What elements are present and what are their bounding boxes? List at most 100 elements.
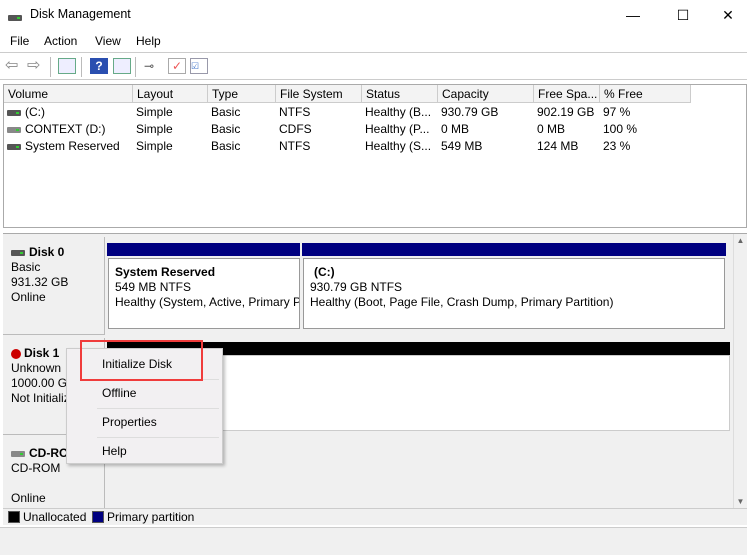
legend-primary: Primary partition: [107, 510, 195, 524]
column-capacity[interactable]: Capacity: [438, 85, 534, 103]
volume-cell: 902.19 GB: [537, 105, 599, 119]
partition-system-reserved[interactable]: System Reserved 549 MB NTFS Healthy (Sys…: [108, 258, 300, 329]
disk-state: Online: [11, 491, 46, 505]
partition-size: 930.79 GB NTFS: [310, 280, 403, 294]
cell-text: NTFS: [279, 139, 311, 153]
volume-cell: Basic: [211, 122, 276, 136]
scroll-up-icon[interactable]: ▲: [734, 236, 747, 245]
window-title: Disk Management: [30, 7, 131, 21]
volume-cell: Healthy (P...: [365, 122, 437, 136]
cell-text: Healthy (P...: [365, 122, 430, 136]
cell-text: 100 %: [603, 122, 638, 136]
cell-text: (C:): [25, 105, 45, 119]
column-layout[interactable]: Layout: [133, 85, 208, 103]
connect-icon[interactable]: ⊸: [144, 58, 162, 74]
menu-view[interactable]: View: [95, 34, 121, 48]
drive-icon: [7, 109, 21, 116]
legend-unallocated: Unallocated: [23, 510, 87, 524]
cell-text: Simple: [136, 122, 173, 136]
cell-text: CDFS: [279, 122, 312, 136]
menu-file[interactable]: File: [10, 34, 29, 48]
app-icon: [8, 10, 26, 24]
volume-list: Volume Layout Type File System Status Ca…: [3, 84, 747, 228]
close-button[interactable]: ✕: [705, 0, 747, 30]
unallocated-swatch: [8, 511, 20, 523]
menu-item-properties[interactable]: Properties: [102, 415, 157, 429]
forward-icon[interactable]: ⇨: [27, 58, 45, 74]
volume-cell: NTFS: [279, 139, 361, 153]
menu-item-help[interactable]: Help: [102, 444, 127, 458]
partition-name: (C:): [314, 265, 335, 279]
cell-text: Simple: [136, 105, 173, 119]
primary-swatch: [92, 511, 104, 523]
partition-c[interactable]: (C:) 930.79 GB NTFS Healthy (Boot, Page …: [303, 258, 725, 329]
title-bar: Disk Management — ☐ ✕: [0, 0, 747, 30]
check-icon[interactable]: ✓: [168, 58, 186, 74]
volume-cell: 930.79 GB: [441, 105, 533, 119]
cell-text: Healthy (B...: [365, 105, 432, 119]
status-bar: [0, 527, 747, 555]
column-free-space[interactable]: Free Spa...: [534, 85, 600, 103]
volume-cell: 0 MB: [537, 122, 599, 136]
disk-0-label[interactable]: Disk 0 Basic 931.32 GB Online: [3, 237, 105, 335]
cell-text: NTFS: [279, 105, 311, 119]
console-tree-icon[interactable]: [58, 58, 76, 74]
volume-cell: Healthy (S...: [365, 139, 437, 153]
toolbar: ⇦ ⇨ ? ⊸ ✓ ☑: [0, 52, 747, 80]
back-icon[interactable]: ⇦: [5, 58, 23, 74]
partition-bar: [302, 243, 726, 256]
partition-bar: [107, 243, 300, 256]
maximize-button[interactable]: ☐: [660, 0, 706, 30]
disk-state: Online: [11, 290, 46, 304]
scrollbar[interactable]: ▲ ▼: [733, 234, 747, 508]
volume-name: CONTEXT (D:): [7, 122, 132, 136]
volume-cell: 100 %: [603, 122, 691, 136]
minimize-button[interactable]: —: [610, 0, 656, 30]
menu-bar: File Action View Help: [0, 31, 747, 51]
cell-text: 97 %: [603, 105, 631, 119]
volume-cell: Basic: [211, 105, 276, 119]
scroll-down-icon[interactable]: ▼: [734, 497, 747, 506]
cell-text: 930.79 GB: [441, 105, 499, 119]
column-status[interactable]: Status: [362, 85, 438, 103]
volume-cell: Simple: [136, 122, 208, 136]
partition-name: System Reserved: [115, 265, 216, 279]
volume-name: (C:): [7, 105, 132, 119]
action-pane-icon[interactable]: [113, 58, 131, 74]
partition-status: Healthy (Boot, Page File, Crash Dump, Pr…: [310, 295, 614, 309]
volume-cell: Simple: [136, 139, 208, 153]
volume-cell: 124 MB: [537, 139, 599, 153]
volume-name: System Reserved: [7, 139, 132, 153]
volume-cell: Simple: [136, 105, 208, 119]
volume-cell: 549 MB: [441, 139, 533, 153]
cell-text: System Reserved: [25, 139, 120, 153]
cdrom-icon: [7, 126, 21, 133]
menu-item-offline[interactable]: Offline: [102, 386, 136, 400]
volume-cell: 97 %: [603, 105, 691, 119]
cell-text: Simple: [136, 139, 173, 153]
volume-cell: Basic: [211, 139, 276, 153]
menu-action[interactable]: Action: [44, 34, 77, 48]
volume-cell: CDFS: [279, 122, 361, 136]
disk-size: [11, 476, 96, 491]
cell-text: Basic: [211, 139, 241, 153]
help-icon[interactable]: ?: [90, 58, 108, 74]
column-type[interactable]: Type: [208, 85, 276, 103]
error-icon: [11, 348, 21, 359]
cell-text: 124 MB: [537, 139, 579, 153]
cell-text: 0 MB: [537, 122, 566, 136]
column-volume[interactable]: Volume: [4, 85, 133, 103]
volume-cell: 23 %: [603, 139, 691, 153]
partition-size: 549 MB NTFS: [115, 280, 192, 294]
drive-icon: [7, 143, 21, 150]
column-file-system[interactable]: File System: [276, 85, 362, 103]
disk-size: 931.32 GB: [11, 275, 69, 289]
cell-text: Basic: [211, 105, 241, 119]
column-percent-free[interactable]: % Free: [600, 85, 691, 103]
legend: Unallocated Primary partition: [3, 508, 747, 525]
volume-cell: NTFS: [279, 105, 361, 119]
menu-help[interactable]: Help: [136, 34, 161, 48]
disk-name: Disk 1: [24, 346, 60, 360]
properties-icon[interactable]: ☑: [190, 58, 208, 74]
volume-cell: 0 MB: [441, 122, 533, 136]
